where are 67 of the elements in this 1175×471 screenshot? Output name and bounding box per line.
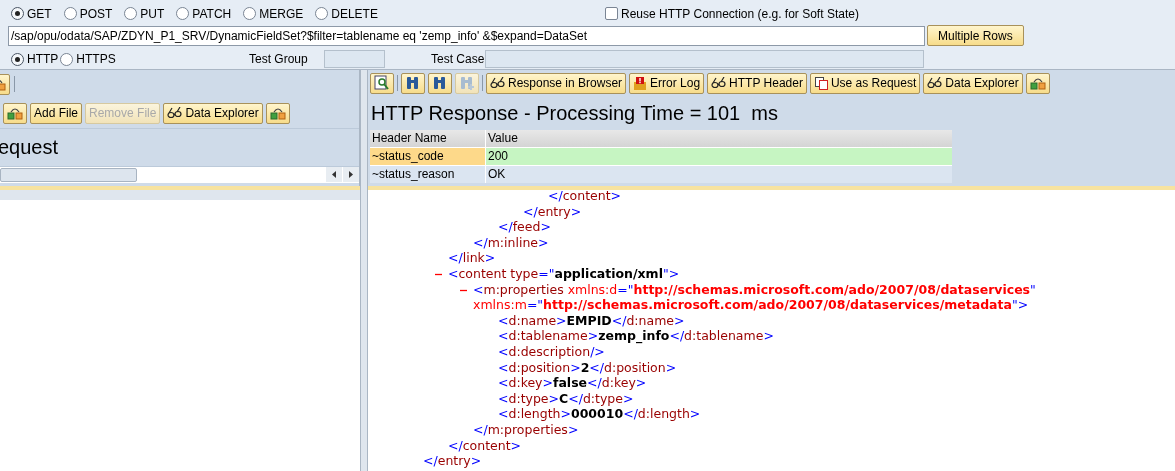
table-cell: ~status_reason <box>370 166 486 183</box>
toolbar-button[interactable]: Add File <box>30 102 83 124</box>
toolbar-button[interactable]: HTTP Header <box>707 72 807 94</box>
xml-line: </m:properties> <box>473 421 579 437</box>
xml-line: <content type="application/xml"> <box>448 265 680 281</box>
glasses-icon <box>490 77 506 89</box>
test-case-label: Test Case <box>431 51 485 68</box>
radio-button[interactable]: DELETE <box>315 4 378 23</box>
xml-line: <d:key>false</d:key> <box>498 375 647 391</box>
icon-button[interactable] <box>1025 72 1050 94</box>
radio-button[interactable]: PUT <box>124 4 165 23</box>
radio-button[interactable]: POST <box>63 4 113 23</box>
radio-button[interactable]: MERGE <box>243 4 304 23</box>
multiple-rows-button[interactable]: Multiple Rows <box>927 25 1024 46</box>
xml-line: <d:name>EMPID</d:name> <box>498 312 685 328</box>
scroll-left-icon[interactable] <box>326 167 342 182</box>
radio-button[interactable]: GET <box>11 4 52 23</box>
table-cell: OK <box>486 166 952 183</box>
binoculars-icon <box>432 75 448 91</box>
url-field[interactable]: /sap/opu/odata/SAP/ZDYN_P1_SRV/DynamicFieldSet?$filter=tablename eq 'zemp_info' &$expand=DataSet <box>8 25 925 46</box>
toolbar-button[interactable]: Data Explorer <box>923 72 1023 94</box>
find-button[interactable] <box>401 72 425 94</box>
xml-line: <d:length>000010</d:length> <box>498 406 701 422</box>
table-cell: 200 <box>486 148 952 165</box>
glasses-icon <box>711 77 728 89</box>
icon-button[interactable] <box>265 102 290 124</box>
error-log-icon <box>633 75 649 91</box>
xml-line: </content> <box>548 188 622 203</box>
xml-line: <m:properties xmlns:d="http://schemas.microsoft.com/ado/2007/08/dataservices" xmlns:m="http://schemas.microsoft.com/ado/2007/08/dataservices/metadata"> <box>473 281 1036 313</box>
toolbar-button[interactable]: Use as Request <box>809 72 921 94</box>
binoculars-plus-icon <box>459 75 475 91</box>
table-row[interactable]: ~status_code 200 <box>370 147 952 165</box>
radio-button[interactable]: HTTP <box>11 50 59 68</box>
column-header: Value <box>487 130 519 147</box>
test-case-field[interactable] <box>485 50 924 68</box>
scroll-right-icon[interactable] <box>343 167 359 182</box>
xml-line: <d:position>2</d:position> <box>498 359 677 375</box>
test-group-field[interactable] <box>324 50 385 68</box>
icon-button[interactable] <box>3 102 27 124</box>
preview-button[interactable] <box>370 72 394 94</box>
xml-line: </entry> <box>423 453 482 469</box>
glasses-icon <box>167 107 184 119</box>
xml-line: </m:inline> <box>473 234 549 250</box>
xml-line: <d:type>C</d:type> <box>498 390 634 406</box>
table-row[interactable]: ~status_reason OK <box>370 165 952 183</box>
xml-line: <d:tablename>zemp_info</d:tablename> <box>498 328 774 344</box>
glasses-icon <box>927 77 944 89</box>
table-cell: ~status_code <box>370 148 486 165</box>
find-button[interactable] <box>428 72 452 94</box>
scrollbar-thumb[interactable] <box>0 168 137 182</box>
copy-icon <box>813 75 829 91</box>
binoculars-icon <box>405 75 421 91</box>
toolbar-button[interactable]: Error Log <box>629 72 705 94</box>
test-group-label: Test Group <box>249 51 309 68</box>
reuse-connection-checkbox[interactable]: Reuse HTTP Connection (e.g. for Soft State) <box>605 4 859 23</box>
toolbar-button[interactable]: Response in Browser <box>486 72 627 94</box>
xml-line: </link> <box>448 250 496 266</box>
xml-line: </content> <box>448 437 522 453</box>
xml-line: </entry> <box>523 203 582 219</box>
magnifier-icon <box>374 75 390 91</box>
toolbar-button[interactable]: Data Explorer <box>163 102 263 124</box>
xml-line: <d:description/> <box>498 343 605 359</box>
radio-button[interactable]: PATCH <box>176 4 232 23</box>
radio-button[interactable]: HTTPS <box>60 50 116 68</box>
response-title: HTTP Response - Processing Time = 101 ms <box>371 101 778 126</box>
xml-line: </feed> <box>498 219 551 235</box>
column-header: Header Name <box>370 130 486 147</box>
